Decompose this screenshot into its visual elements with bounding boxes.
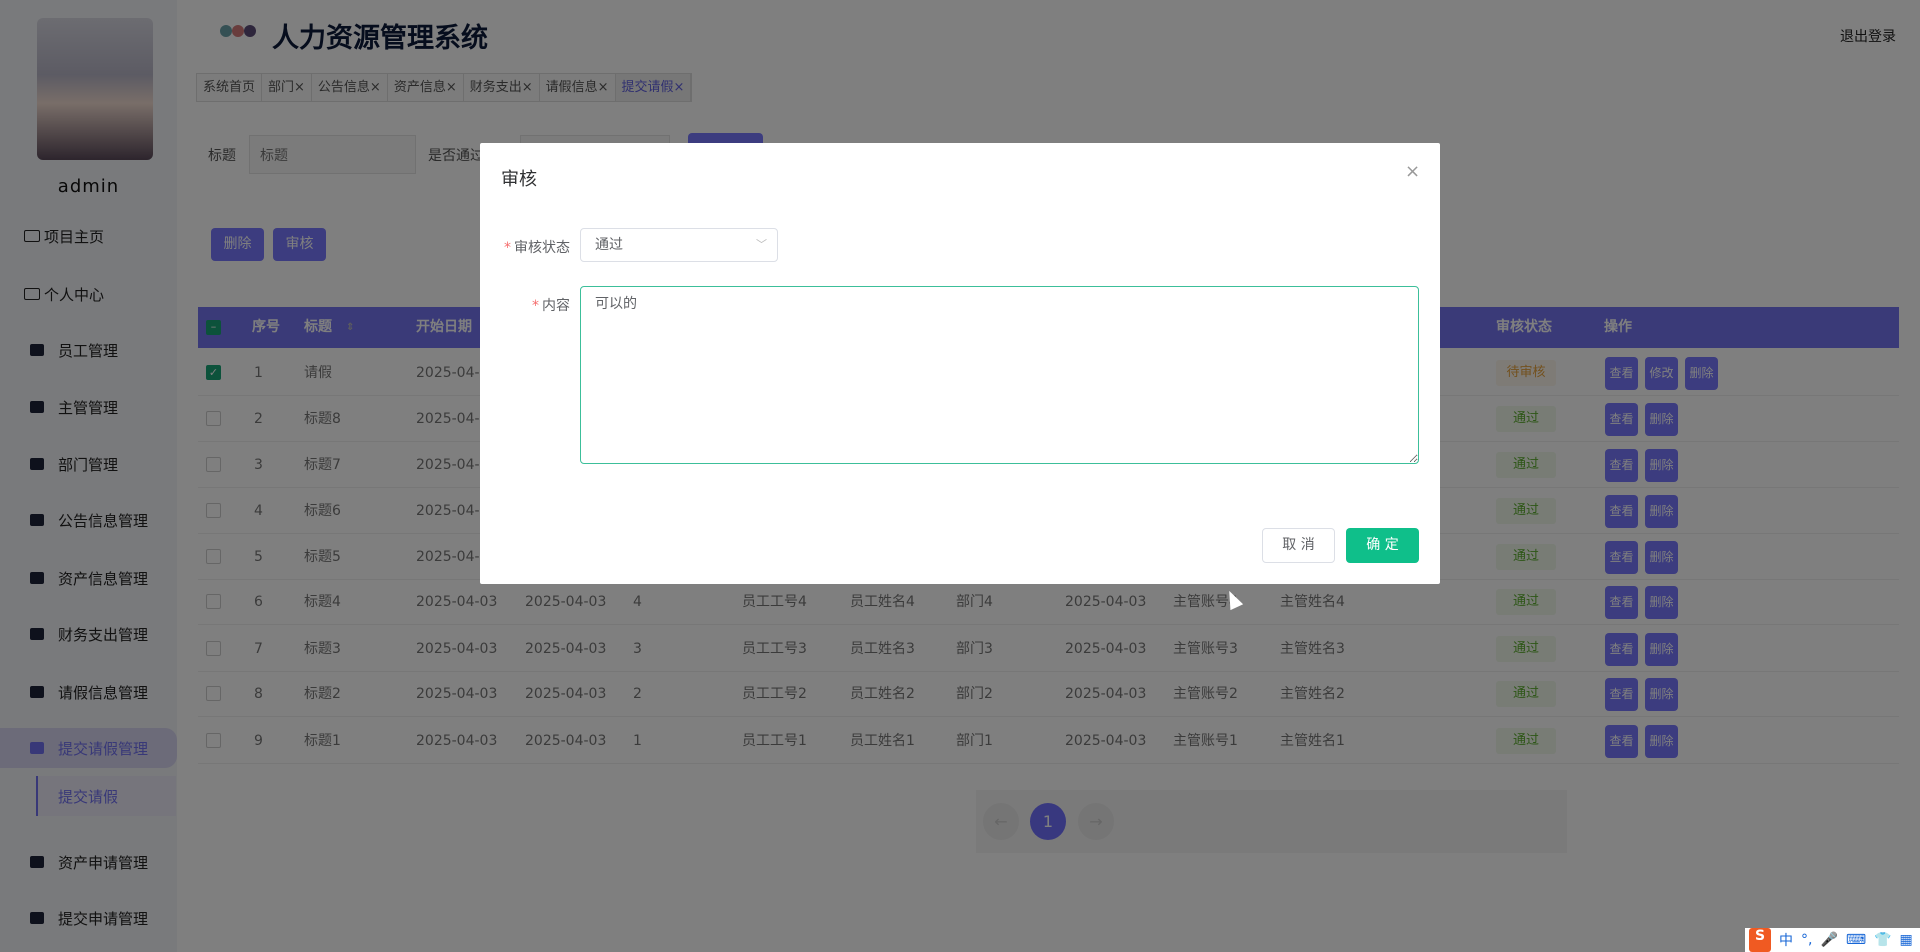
- status-label: * 审核状态: [504, 240, 570, 256]
- content-textarea[interactable]: 可以的: [580, 286, 1419, 464]
- chevron-down-icon: ﹀: [756, 238, 767, 251]
- ime-toolbar[interactable]: S 中 °, 🎤 ⌨ 👕 ▦: [1745, 928, 1920, 952]
- ime-lang-toggle[interactable]: 中: [1779, 930, 1793, 950]
- cancel-button[interactable]: 取 消: [1262, 528, 1335, 563]
- microphone-icon[interactable]: 🎤: [1820, 932, 1837, 948]
- ime-logo-icon: S: [1749, 928, 1771, 952]
- ime-punct-toggle[interactable]: °,: [1801, 932, 1812, 948]
- dialog-title: 审核: [501, 169, 537, 190]
- confirm-button[interactable]: 确 定: [1346, 528, 1419, 563]
- keyboard-icon[interactable]: ⌨: [1846, 932, 1866, 948]
- content-label: * 内容: [532, 298, 570, 314]
- skin-icon[interactable]: 👕: [1874, 932, 1891, 948]
- apps-icon[interactable]: ▦: [1900, 932, 1913, 948]
- status-select[interactable]: 通过 ﹀: [580, 228, 778, 262]
- review-dialog: 审核 × * 审核状态 通过 ﹀ * 内容 可以的 取 消 确 定: [480, 143, 1440, 584]
- close-icon[interactable]: ×: [1405, 161, 1420, 182]
